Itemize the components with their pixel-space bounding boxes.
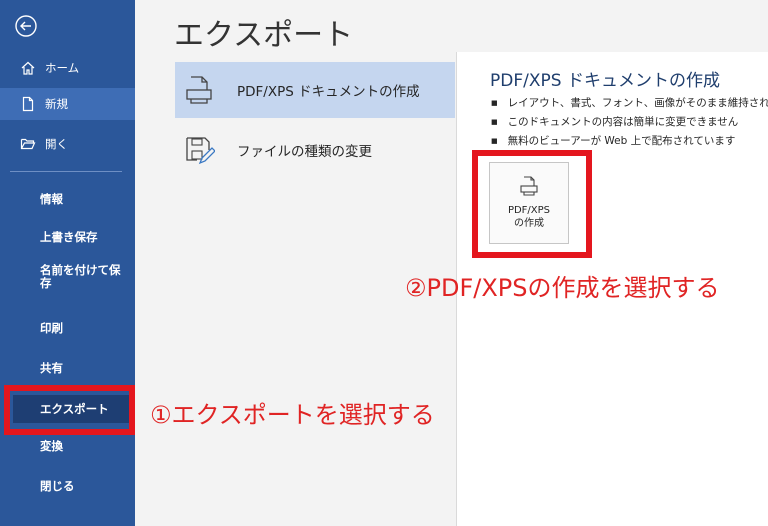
sidebar-item-save[interactable]: 上書き保存 [0,223,135,251]
sidebar-item-save-as[interactable]: 名前を付けて保存 [0,264,135,304]
sidebar-item-label: 共有 [40,361,63,375]
sidebar-item-label: 上書き保存 [40,230,98,244]
option-create-pdf-xps[interactable]: PDF/XPS ドキュメントの作成 [175,62,455,118]
sidebar-item-label: 名前を付けて保存 [40,263,121,290]
sidebar-item-new[interactable]: 新規 [0,88,135,120]
pdf-document-icon [183,74,215,106]
page-title: エクスポート [174,18,354,53]
bullet-item: 無料のビューアーが Web 上で配布されています [491,132,768,151]
sidebar-item-share[interactable]: 共有 [0,354,135,382]
option-change-file-type[interactable]: ファイルの種類の変更 [175,122,455,178]
sidebar-item-label: 変換 [40,439,63,453]
home-icon [20,60,36,76]
sidebar-item-open[interactable]: 開く [0,128,135,160]
bullet-item: レイアウト、書式、フォント、画像がそのまま維持されます [491,94,768,113]
detail-title: PDF/XPS ドキュメントの作成 [490,71,720,91]
export-highlight-box [4,385,135,435]
step2-annotation: ②PDF/XPSの作成を選択する [405,274,720,302]
option-label: PDF/XPS ドキュメントの作成 [237,84,420,100]
sidebar-item-label: 印刷 [40,321,63,335]
sidebar-item-label: 情報 [40,192,63,206]
sidebar-item-home[interactable]: ホーム [0,52,135,84]
sidebar-item-transform[interactable]: 変換 [0,432,135,460]
new-document-icon [20,96,36,112]
back-arrow-icon[interactable] [14,14,38,38]
sidebar-item-label: 閉じる [40,479,75,493]
sidebar-item-close[interactable]: 閉じる [0,472,135,500]
sidebar-item-print[interactable]: 印刷 [0,314,135,342]
sidebar-item-label: ホーム [45,61,80,75]
option-label: ファイルの種類の変更 [237,144,372,160]
open-folder-icon [20,136,36,152]
step1-annotation: ①エクスポートを選択する [150,401,435,429]
sidebar-item-info[interactable]: 情報 [0,185,135,213]
detail-bullets: レイアウト、書式、フォント、画像がそのまま維持されます このドキュメントの内容は… [491,94,768,151]
sidebar-item-label: 新規 [45,97,68,111]
sidebar-divider [10,171,122,172]
bullet-item: このドキュメントの内容は簡単に変更できません [491,113,768,132]
change-file-type-icon [183,134,215,166]
sidebar-item-label: 開く [45,137,68,151]
pdf-button-highlight-box [472,150,592,258]
backstage-sidebar: ホーム 新規 開く 情報 上書き保存 名前を付けて保存 印刷 共有 エクスポート… [0,0,135,526]
